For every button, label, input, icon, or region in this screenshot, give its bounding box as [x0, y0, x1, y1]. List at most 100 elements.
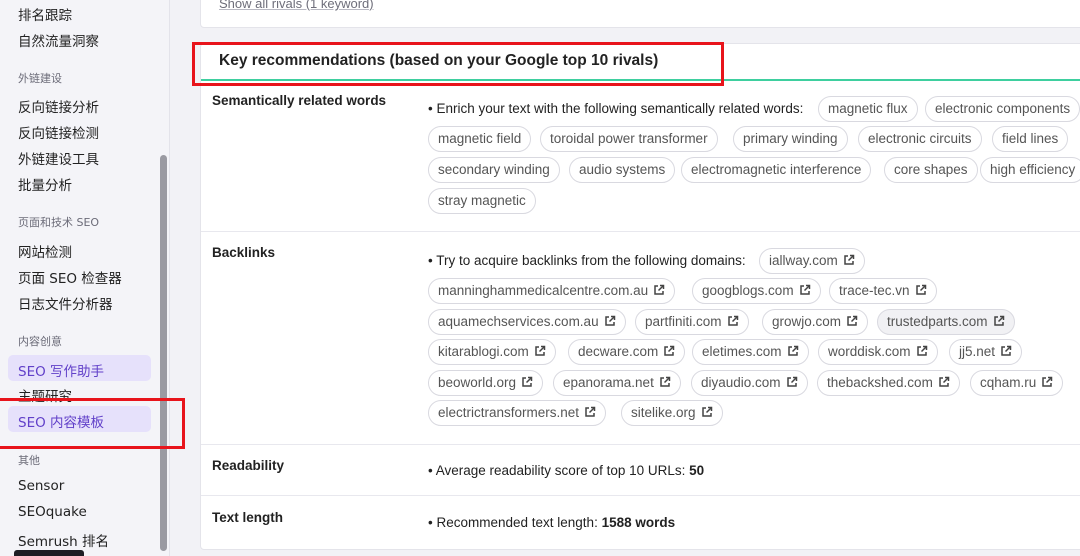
sidebar-item-log-file-analyzer[interactable]: 日志文件分析器	[18, 293, 113, 313]
backlink-domain-chip-label: epanorama.net	[563, 375, 654, 390]
readability-label: Readability	[212, 458, 285, 473]
backlink-domain-chip-label: trustedparts.com	[887, 314, 988, 329]
backlink-domain-chip[interactable]: trace-tec.vn	[829, 278, 937, 304]
backlink-domain-chip[interactable]: beoworld.org	[428, 370, 544, 396]
external-link-icon	[516, 375, 533, 390]
backlink-domain-chip[interactable]: electrictransformers.net	[428, 400, 607, 426]
text-length-value: 1588 words	[601, 515, 676, 530]
backlink-domain-chip-label: partfiniti.com	[645, 314, 722, 329]
backlinks-intro: • Try to acquire backlinks from the foll…	[428, 253, 746, 268]
semantic-word-chip[interactable]: secondary winding	[428, 157, 560, 183]
backlink-domain-chip[interactable]: kitarablogi.com	[428, 339, 556, 365]
backlink-domain-chip[interactable]: decware.com	[568, 339, 686, 365]
semantic-word-chip-label: core shapes	[894, 162, 968, 177]
semantic-word-chip[interactable]: audio systems	[569, 157, 676, 183]
backlink-domain-chip[interactable]: cqham.ru	[970, 370, 1064, 396]
semantic-word-chip[interactable]: magnetic flux	[818, 96, 918, 122]
backlink-domain-chip-label: trace-tec.vn	[839, 283, 910, 298]
text-length-intro: • Recommended text length:	[428, 515, 598, 530]
semantic-word-chip-label: magnetic field	[438, 131, 522, 146]
semantic-word-chip-label: toroidal power transformer	[550, 131, 708, 146]
backlink-domain-chip-label: aquamechservices.com.au	[438, 314, 599, 329]
semantic-words-label: Semantically related words	[212, 93, 387, 108]
sidebar-item-site-audit[interactable]: 网站检测	[18, 241, 72, 261]
backlink-domain-chip-label: eletimes.com	[702, 344, 782, 359]
sidebar-item-backlink-analytics[interactable]: 反向链接分析	[18, 96, 99, 116]
sidebar-item-topic-research[interactable]: 主题研究	[18, 385, 72, 405]
sidebar-item-organic-insights[interactable]: 自然流量洞察	[18, 30, 99, 50]
external-link-icon	[988, 314, 1005, 329]
external-link-icon	[781, 375, 798, 390]
sidebar-item-rank-tracking[interactable]: 排名跟踪	[18, 4, 72, 24]
backlink-domain-chip-label: googblogs.com	[702, 283, 794, 298]
sidebar-item-onpage-seo-checker[interactable]: 页面 SEO 检查器	[18, 267, 122, 287]
sidebar-item-backlink-audit[interactable]: 反向链接检测	[18, 122, 99, 142]
show-all-rivals-link[interactable]: Show all rivals (1 keyword)	[219, 0, 374, 11]
backlink-domain-chip-label: manninghammedicalcentre.com.au	[438, 283, 649, 298]
card-title: Key recommendations (based on your Googl…	[219, 52, 659, 69]
backlink-domain-chip-label: electrictransformers.net	[438, 405, 580, 420]
backlink-domain-chip[interactable]: diyaudio.com	[691, 370, 808, 396]
backlink-domain-chip[interactable]: epanorama.net	[553, 370, 681, 396]
backlink-domain-chip[interactable]: trustedparts.com	[877, 309, 1015, 335]
external-link-icon	[838, 253, 855, 268]
semantic-word-chip[interactable]: toroidal power transformer	[540, 126, 718, 152]
semantic-word-chip-label: field lines	[1002, 131, 1059, 146]
backlink-domain-chip[interactable]: jj5.net	[949, 339, 1023, 365]
backlink-domain-chip[interactable]: growjo.com	[762, 309, 869, 335]
sidebar-section-other: 其他	[18, 454, 40, 467]
semantic-word-chip[interactable]: primary winding	[733, 126, 848, 152]
sidebar-item-seo-writing-assistant[interactable]: SEO 写作助手	[18, 360, 104, 380]
backlink-domain-chip[interactable]: sitelike.org	[621, 400, 723, 426]
title-underline	[201, 79, 1080, 81]
semantic-word-chip-label: electronic circuits	[868, 131, 972, 146]
tooltip-fragment	[14, 550, 84, 556]
semantic-word-chip[interactable]: electronic circuits	[858, 126, 982, 152]
semantic-word-chip-label: primary winding	[743, 131, 838, 146]
semantic-word-chip[interactable]: electronic components	[925, 96, 1080, 122]
semantic-words-intro: • Enrich your text with the following se…	[428, 101, 804, 116]
external-link-icon	[910, 283, 927, 298]
external-link-icon	[654, 375, 671, 390]
external-link-icon	[658, 344, 675, 359]
backlink-domain-chip-label: thebackshed.com	[827, 375, 933, 390]
external-link-icon	[794, 283, 811, 298]
backlink-domain-chip[interactable]: eletimes.com	[692, 339, 809, 365]
semantic-word-chip-label: high efficiency	[990, 162, 1076, 177]
external-link-icon	[599, 314, 616, 329]
semantic-word-chip[interactable]: field lines	[992, 126, 1069, 152]
sidebar-item-link-building-tool[interactable]: 外链建设工具	[18, 148, 99, 168]
semantic-word-chip[interactable]: magnetic field	[428, 126, 532, 152]
semantic-word-chip[interactable]: electromagnetic interference	[681, 157, 872, 183]
sidebar-item-seo-content-template[interactable]: SEO 内容模板	[18, 411, 104, 431]
sidebar-item-sensor[interactable]: Sensor	[18, 478, 64, 494]
backlink-domain-chip-label: diyaudio.com	[701, 375, 781, 390]
row-divider	[201, 495, 1080, 496]
backlink-domain-chip[interactable]: googblogs.com	[692, 278, 821, 304]
sidebar: 排名跟踪 自然流量洞察 外链建设 反向链接分析 反向链接检测 外链建设工具 批量…	[0, 0, 170, 556]
backlink-domain-chip[interactable]: iallway.com	[759, 248, 865, 274]
semantic-word-chip[interactable]: stray magnetic	[428, 188, 536, 214]
external-link-icon	[648, 283, 665, 298]
semantic-word-chip-label: secondary winding	[438, 162, 550, 177]
external-link-icon	[841, 314, 858, 329]
text-length-text: • Recommended text length: 1588 words	[428, 515, 675, 530]
external-link-icon	[933, 375, 950, 390]
sidebar-item-seoquake[interactable]: SEOquake	[18, 504, 87, 520]
backlink-domain-chip[interactable]: aquamechservices.com.au	[428, 309, 626, 335]
backlink-domain-chip[interactable]: manninghammedicalcentre.com.au	[428, 278, 676, 304]
backlink-domain-chip-label: decware.com	[578, 344, 659, 359]
semantic-word-chip[interactable]: high efficiency	[980, 157, 1080, 183]
row-divider	[201, 444, 1080, 445]
sidebar-item-semrush-rank[interactable]: Semrush 排名	[18, 530, 109, 550]
backlink-domain-chip[interactable]: worddisk.com	[818, 339, 938, 365]
semantic-word-chip-label: electromagnetic interference	[691, 162, 862, 177]
sidebar-scrollbar[interactable]	[160, 155, 167, 551]
semantic-word-chip[interactable]: core shapes	[884, 157, 978, 183]
backlink-domain-chip-label: beoworld.org	[438, 375, 517, 390]
backlink-domain-chip[interactable]: thebackshed.com	[817, 370, 960, 396]
backlink-domain-chip[interactable]: partfiniti.com	[635, 309, 749, 335]
external-link-icon	[696, 405, 713, 420]
external-link-icon	[1036, 375, 1053, 390]
sidebar-item-bulk-analysis[interactable]: 批量分析	[18, 174, 72, 194]
